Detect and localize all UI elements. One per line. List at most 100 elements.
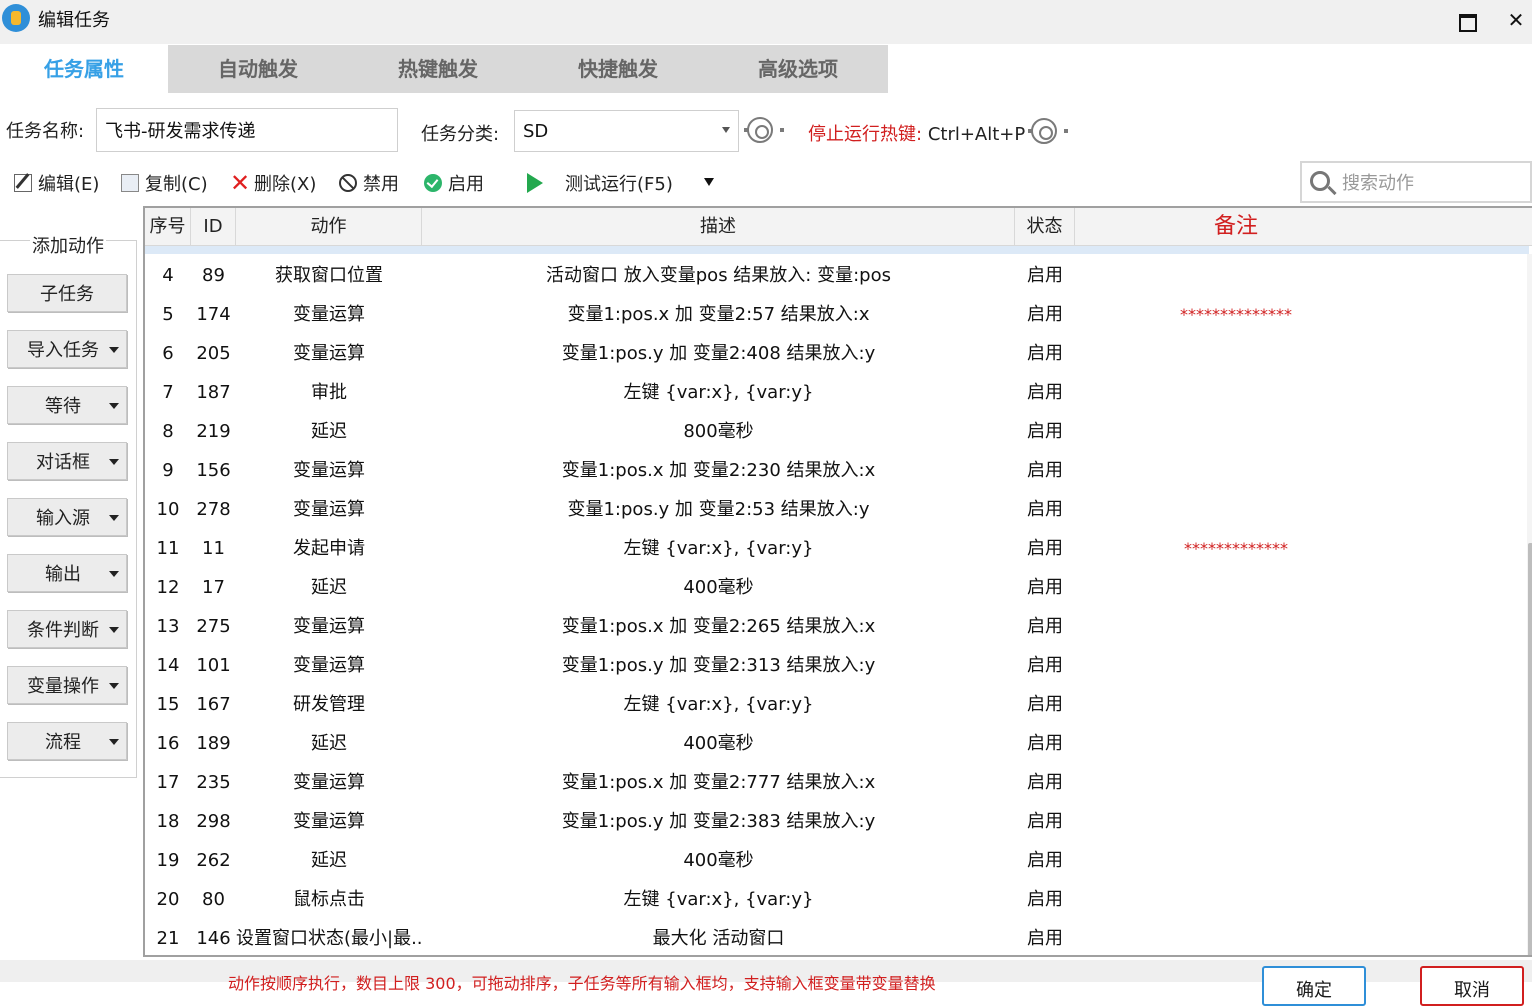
title-bar: 编辑任务 ✕ xyxy=(0,0,1532,44)
cell-remark xyxy=(1075,490,1397,529)
cell-id: 17 xyxy=(202,577,225,598)
disable-button[interactable]: 禁用 xyxy=(339,170,399,196)
cell-seq: 4 xyxy=(162,265,174,286)
chevron-down-icon xyxy=(109,403,119,409)
header-remark[interactable]: 备注 xyxy=(1075,208,1397,246)
add-action-button[interactable]: 等待 xyxy=(7,386,127,424)
add-action-button[interactable]: 流程 xyxy=(7,722,127,760)
cell-seq: 14 xyxy=(156,655,180,676)
cell-description: 400毫秒 xyxy=(683,850,754,871)
window-title: 编辑任务 xyxy=(38,10,110,31)
copy-button[interactable]: 复制(C) xyxy=(121,170,208,196)
tab-task-properties[interactable]: 任务属性 xyxy=(0,45,168,93)
table-row[interactable]: 13 275 变量运算 变量1:pos.x 加 变量2:265 结果放入:x 启用 xyxy=(145,607,1529,646)
stop-hotkey-display: 停止运行热键: Ctrl+Alt+P xyxy=(808,120,1025,146)
cell-id: 275 xyxy=(196,616,231,637)
cell-remark xyxy=(1075,256,1397,295)
tab-hotkey-trigger[interactable]: 热键触发 xyxy=(348,45,528,93)
cell-remark xyxy=(1075,802,1397,841)
table-row[interactable]: 11 11 发起申请 左键 {var:x}, {var:y} 启用 ***********… xyxy=(145,529,1529,568)
search-actions-input[interactable]: 搜索动作 xyxy=(1300,161,1532,203)
header-id[interactable]: ID xyxy=(191,208,236,246)
add-action-button[interactable]: 对话框 xyxy=(7,442,127,480)
table-row[interactable]: 9 156 变量运算 变量1:pos.x 加 变量2:230 结果放入:x 启用 xyxy=(145,451,1529,490)
cell-seq: 15 xyxy=(156,694,180,715)
table-row[interactable]: 20 80 鼠标点击 左键 {var:x}, {var:y} 启用 xyxy=(145,880,1529,919)
table-row[interactable]: 17 235 变量运算 变量1:pos.x 加 变量2:777 结果放入:x 启用 xyxy=(145,763,1529,802)
test-run-dropdown-icon[interactable] xyxy=(704,178,714,186)
maximize-icon[interactable] xyxy=(1456,8,1480,32)
tab-quick-trigger[interactable]: 快捷触发 xyxy=(528,45,708,93)
header-action[interactable]: 动作 xyxy=(236,208,422,246)
table-row[interactable]: 8 219 延迟 800毫秒 启用 xyxy=(145,412,1529,451)
cell-description: 左键 {var:x}, {var:y} xyxy=(623,889,814,910)
cell-seq: 21 xyxy=(156,928,180,949)
table-row[interactable]: 6 205 变量运算 变量1:pos.y 加 变量2:408 结果放入:y 启用 xyxy=(145,334,1529,373)
table-row[interactable]: 14 101 变量运算 变量1:pos.y 加 变量2:313 结果放入:y 启用 xyxy=(145,646,1529,685)
cell-status: 启用 xyxy=(1027,811,1063,832)
table-row[interactable]: 21 146 设置窗口状态(最小|最... 最大化 活动窗口 启用 xyxy=(145,919,1529,955)
table-row[interactable]: 7 187 审批 左键 {var:x}, {var:y} 启用 xyxy=(145,373,1529,412)
test-run-button[interactable]: 测试运行(F5) xyxy=(527,170,673,196)
selection-strip xyxy=(145,246,1529,254)
tab-auto-trigger[interactable]: 自动触发 xyxy=(168,45,348,93)
cell-status: 启用 xyxy=(1027,772,1063,793)
cell-id: 89 xyxy=(202,265,225,286)
cell-id: 262 xyxy=(196,850,231,871)
cell-action: 延迟 xyxy=(311,577,347,598)
cell-seq: 18 xyxy=(156,811,180,832)
header-description[interactable]: 描述 xyxy=(422,208,1015,246)
cell-description: 变量1:pos.y 加 变量2:313 结果放入:y xyxy=(561,655,876,676)
table-row[interactable]: 18 298 变量运算 变量1:pos.y 加 变量2:383 结果放入:y 启用 xyxy=(145,802,1529,841)
cell-status: 启用 xyxy=(1027,421,1063,442)
add-action-button[interactable]: 条件判断 xyxy=(7,610,127,648)
table-row[interactable]: 10 278 变量运算 变量1:pos.y 加 变量2:53 结果放入:y 启用 xyxy=(145,490,1529,529)
hotkey-settings-gear-icon[interactable] xyxy=(1028,118,1068,144)
cell-status: 启用 xyxy=(1027,538,1063,559)
cell-status: 启用 xyxy=(1027,928,1063,949)
add-action-button[interactable]: 输出 xyxy=(7,554,127,592)
header-seq[interactable]: 序号 xyxy=(145,208,191,246)
add-action-button[interactable]: 输入源 xyxy=(7,498,127,536)
table-row[interactable]: 16 189 延迟 400毫秒 启用 xyxy=(145,724,1529,763)
edit-label: 编辑(E) xyxy=(38,174,100,195)
table-row[interactable]: 12 17 延迟 400毫秒 启用 xyxy=(145,568,1529,607)
cell-status: 启用 xyxy=(1027,382,1063,403)
table-row[interactable]: 5 174 变量运算 变量1:pos.x 加 变量2:57 结果放入:x 启用 *****… xyxy=(145,295,1529,334)
add-action-button-label: 变量操作 xyxy=(27,676,99,697)
cell-status: 启用 xyxy=(1027,265,1063,286)
task-category-select[interactable]: SD xyxy=(514,110,739,152)
enable-button[interactable]: 启用 xyxy=(424,170,484,196)
tab-advanced-options[interactable]: 高级选项 xyxy=(708,45,888,93)
cell-description: 变量1:pos.x 加 变量2:265 结果放入:x xyxy=(561,616,876,637)
cell-description: 变量1:pos.x 加 变量2:57 结果放入:x xyxy=(567,304,870,325)
edit-button[interactable]: 编辑(E) xyxy=(14,170,99,196)
add-action-button-label: 对话框 xyxy=(36,452,90,473)
cell-action: 鼠标点击 xyxy=(293,889,365,910)
cell-remark xyxy=(1075,568,1397,607)
close-icon[interactable]: ✕ xyxy=(1504,8,1528,32)
ok-button[interactable]: 确定 xyxy=(1262,966,1366,1006)
cancel-button[interactable]: 取消 xyxy=(1420,966,1524,1006)
enable-label: 启用 xyxy=(448,174,484,195)
table-row[interactable]: 4 89 获取窗口位置 活动窗口 放入变量pos 结果放入: 变量:pos 启用 xyxy=(145,256,1529,295)
cell-remark xyxy=(1075,646,1397,685)
add-action-button[interactable]: 子任务 xyxy=(7,274,127,312)
table-row[interactable]: 19 262 延迟 400毫秒 启用 xyxy=(145,841,1529,880)
add-action-title: 添加动作 xyxy=(30,232,106,258)
cell-seq: 20 xyxy=(156,889,180,910)
category-settings-gear-icon[interactable] xyxy=(744,117,784,143)
table-row[interactable]: 15 167 研发管理 左键 {var:x}, {var:y} 启用 xyxy=(145,685,1529,724)
cell-status: 启用 xyxy=(1027,850,1063,871)
scrollbar-thumb[interactable] xyxy=(1528,543,1532,955)
chevron-down-icon xyxy=(109,347,119,353)
add-action-button[interactable]: 变量操作 xyxy=(7,666,127,704)
cell-action: 获取窗口位置 xyxy=(275,265,383,286)
add-action-button[interactable]: 导入任务 xyxy=(7,330,127,368)
header-status[interactable]: 状态 xyxy=(1015,208,1075,246)
cell-description: 变量1:pos.y 加 变量2:53 结果放入:y xyxy=(567,499,870,520)
delete-button[interactable]: ✕ 删除(X) xyxy=(230,170,316,196)
cell-remark xyxy=(1075,334,1397,373)
task-name-field[interactable]: 飞书-研发需求传递 xyxy=(96,108,398,152)
cell-seq: 6 xyxy=(162,343,174,364)
